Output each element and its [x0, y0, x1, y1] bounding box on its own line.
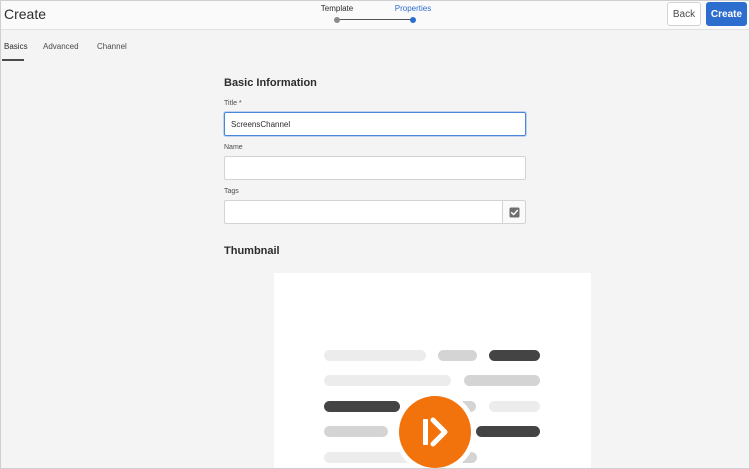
thumbnail-line: [324, 401, 400, 412]
step-connector: [339, 19, 411, 20]
thumbnail-line: [489, 401, 540, 412]
step-template-label[interactable]: Template: [321, 4, 353, 13]
tab-basics[interactable]: Basics: [4, 42, 28, 58]
screens-play-icon: [423, 417, 448, 447]
tags-picker-button[interactable]: [502, 200, 526, 224]
thumbnail-heading: Thumbnail: [224, 245, 280, 257]
thumbnail-line: [489, 350, 540, 361]
selected-tab-indicator: [2, 59, 24, 61]
tags-label: Tags: [224, 188, 239, 195]
name-label: Name: [224, 144, 243, 151]
name-input[interactable]: [224, 156, 526, 180]
app-window: Create Template Properties Back Create B…: [0, 0, 750, 469]
create-button[interactable]: Create: [706, 2, 747, 26]
title-input[interactable]: [224, 112, 526, 136]
tags-field: [224, 200, 526, 224]
tab-channel[interactable]: Channel: [97, 42, 127, 58]
tab-list: Basics Advanced Channel: [1, 37, 201, 61]
thumbnail-line: [438, 350, 477, 361]
thumbnail-line: [324, 350, 426, 361]
header-bar: Create Template Properties Back Create: [1, 1, 749, 30]
thumbnail-line: [464, 375, 540, 386]
tab-advanced[interactable]: Advanced: [43, 42, 79, 58]
checkbox-icon: [509, 207, 519, 217]
step-template-dot[interactable]: [334, 17, 340, 23]
page-title: Create: [4, 6, 47, 22]
thumbnail-line: [324, 375, 451, 386]
tags-input[interactable]: [224, 200, 502, 224]
screens-logo: [394, 391, 476, 468]
thumbnail-line: [324, 426, 388, 437]
thumbnail-line: [476, 426, 540, 437]
step-properties-dot: [410, 17, 416, 23]
basic-information-heading: Basic Information: [224, 77, 317, 89]
back-button[interactable]: Back: [667, 2, 701, 26]
wizard-steps: Template Properties: [301, 1, 451, 30]
title-label: Title *: [224, 100, 242, 107]
step-properties-label: Properties: [394, 4, 432, 13]
